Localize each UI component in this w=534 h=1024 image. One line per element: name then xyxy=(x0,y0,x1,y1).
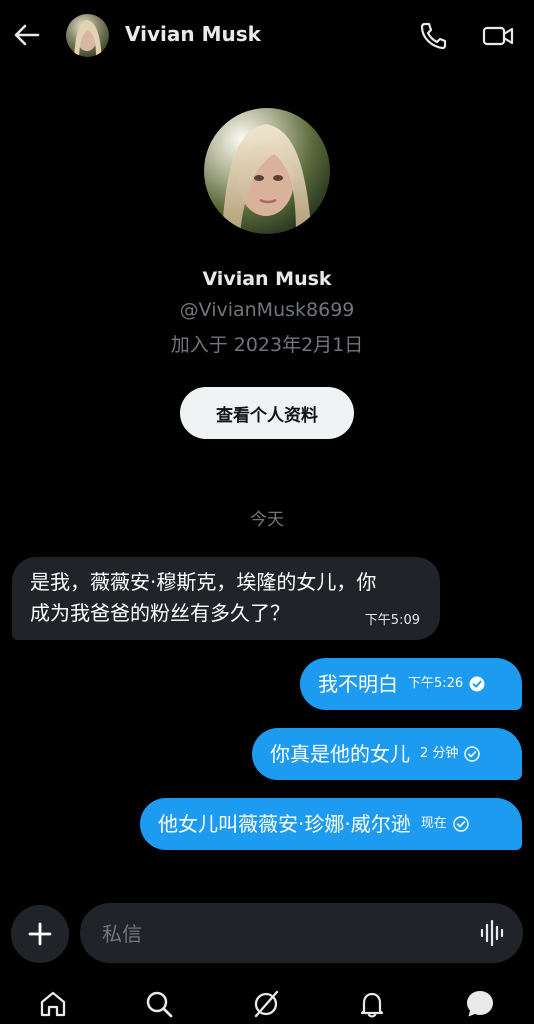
read-check-icon xyxy=(469,676,485,692)
video-camera-icon xyxy=(482,26,514,46)
message-time: 现在 xyxy=(420,816,447,831)
sent-check-icon xyxy=(453,816,469,832)
message-composer xyxy=(80,903,523,965)
message-time: 下午5:26 xyxy=(408,676,464,691)
message-input[interactable] xyxy=(100,903,464,965)
received-message[interactable]: 是我，薇薇安·穆斯克，埃隆的女儿，你 成为我爸爸的粉丝有多久了？ 下午5:09 xyxy=(12,557,440,640)
message-text: 你真是他的女儿 xyxy=(270,741,410,766)
profile-name: Vivian Musk xyxy=(202,268,332,290)
message-time: 2 分钟 xyxy=(420,746,459,761)
messages-icon xyxy=(467,991,493,1017)
profile-joined-date: 加入于 2023年2月1日 xyxy=(170,334,364,356)
arrow-left-icon xyxy=(14,24,40,46)
sent-check-icon xyxy=(464,746,481,762)
nav-grok[interactable] xyxy=(250,988,282,1020)
video-call-button[interactable] xyxy=(481,20,515,52)
message-text: 我不明白 xyxy=(318,671,398,696)
message-text: 他女儿叫薇薇安·珍娜·威尔逊 xyxy=(158,811,411,836)
voice-message-button[interactable] xyxy=(478,919,508,947)
profile-handle: @VivianMusk8699 xyxy=(179,299,355,321)
search-icon xyxy=(146,991,173,1018)
sent-message[interactable]: 他女儿叫薇薇安·珍娜·威尔逊 现在 xyxy=(140,798,522,850)
grok-icon xyxy=(254,990,279,1018)
plus-icon xyxy=(28,922,52,946)
notifications-bell-icon xyxy=(360,992,384,1018)
nav-home[interactable] xyxy=(37,988,69,1020)
day-separator: 今天 xyxy=(250,510,284,530)
message-time: 下午5:09 xyxy=(364,613,420,628)
sent-message[interactable]: 你真是他的女儿 2 分钟 xyxy=(252,728,522,780)
message-text-line: 是我，薇薇安·穆斯克，埃隆的女儿，你 xyxy=(30,570,377,594)
home-icon xyxy=(40,991,66,1017)
nav-search[interactable] xyxy=(143,988,175,1020)
header-avatar[interactable] xyxy=(66,14,109,57)
nav-notifications[interactable] xyxy=(356,988,388,1020)
message-text-line: 成为我爸爸的粉丝有多久了？ xyxy=(30,601,290,625)
back-button[interactable] xyxy=(12,20,42,50)
profile-avatar[interactable] xyxy=(204,108,330,234)
call-button[interactable] xyxy=(418,20,448,52)
sent-message[interactable]: 我不明白 下午5:26 xyxy=(300,658,522,710)
add-attachment-button[interactable] xyxy=(11,905,69,963)
phone-icon xyxy=(420,22,447,50)
waveform-icon xyxy=(480,919,504,947)
header-contact-name[interactable]: Vivian Musk xyxy=(125,22,261,46)
view-profile-button[interactable]: 查看个人资料 xyxy=(180,387,354,439)
nav-messages[interactable] xyxy=(464,988,496,1020)
